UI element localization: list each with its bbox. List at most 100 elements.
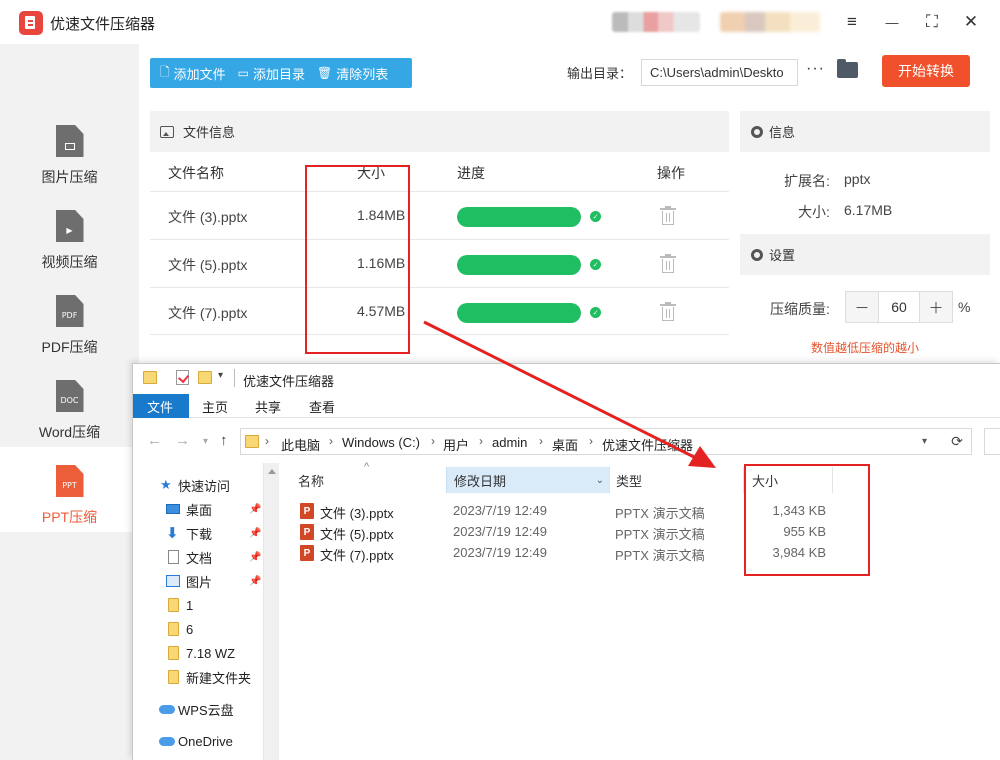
search-input[interactable]	[984, 428, 1000, 455]
breadcrumb-item[interactable]: admin	[492, 435, 527, 450]
annotation-box-app-sizes	[305, 165, 410, 354]
nav-item-quick-access[interactable]: ★ 快速访问	[133, 473, 263, 497]
breadcrumb-item[interactable]: 优速文件压缩器	[602, 435, 693, 454]
sort-ascending-icon: ^	[364, 461, 370, 473]
nav-item-onedrive[interactable]: OneDrive	[133, 729, 263, 753]
refresh-icon[interactable]: ⟳	[943, 428, 972, 455]
minimize-icon[interactable]: —	[880, 10, 904, 34]
quality-stepper[interactable]: － 60 ＋	[845, 291, 953, 323]
image-file-icon	[55, 125, 84, 157]
fullscreen-icon[interactable]: ⛶	[920, 10, 944, 34]
nav-item-folder-718wz[interactable]: 7.18 WZ	[133, 641, 263, 665]
sidebar-item-word[interactable]: DOC Word压缩	[0, 362, 139, 447]
explorer-column-type[interactable]: 类型	[609, 467, 743, 493]
menu-icon[interactable]: ≡	[840, 10, 864, 34]
total-size-value: 6.17MB	[844, 202, 893, 218]
info-panel-header: 信息	[740, 111, 990, 152]
add-directory-button[interactable]: ▭ 添加目录	[238, 64, 305, 83]
up-icon[interactable]: ↑	[220, 432, 228, 449]
forward-icon[interactable]: →	[175, 432, 190, 449]
quality-input[interactable]: 60	[878, 292, 920, 322]
nav-item-wps-cloud[interactable]: WPS云盘	[133, 697, 263, 721]
explorer-file-type: PPTX 演示文稿	[615, 506, 705, 521]
back-icon[interactable]: ←	[147, 432, 162, 449]
ribbon-tab-share[interactable]: 共享	[241, 394, 295, 418]
open-folder-icon[interactable]	[837, 59, 858, 78]
nav-item-label: 下载	[186, 526, 213, 542]
start-convert-button[interactable]: 开始转换	[882, 55, 970, 87]
breadcrumb-separator: ›	[265, 434, 269, 448]
address-bar[interactable]: › 此电脑 › Windows (C:) › 用户 › admin › 桌面 ›…	[240, 428, 967, 455]
breadcrumb-item[interactable]: 此电脑	[281, 435, 320, 454]
sidebar-item-label: 图片压缩	[41, 169, 98, 185]
file-name: 文件 (7).pptx	[168, 305, 248, 321]
clear-list-button[interactable]: 🗑 清除列表	[317, 64, 388, 83]
properties-icon[interactable]	[176, 370, 189, 385]
delete-icon[interactable]	[660, 206, 676, 225]
column-label: 类型	[616, 473, 643, 489]
delete-icon[interactable]	[660, 302, 676, 321]
nav-item-downloads[interactable]: ⬇ 下载 📌	[133, 521, 263, 545]
sidebar-item-pdf[interactable]: PDF PDF压缩	[0, 277, 139, 362]
ribbon-tab-view[interactable]: 查看	[295, 394, 349, 418]
nav-item-new-folder[interactable]: 新建文件夹	[133, 665, 263, 689]
settings-panel-title: 设置	[769, 248, 796, 263]
breadcrumb-item[interactable]: 用户	[443, 435, 469, 454]
pptx-file-icon: P	[300, 524, 314, 540]
breadcrumb-item[interactable]: 桌面	[552, 435, 578, 454]
explorer-file-name: 文件 (5).pptx	[320, 527, 394, 542]
folder-icon	[168, 670, 179, 684]
file-name: 文件 (5).pptx	[168, 257, 248, 273]
output-dir-label: 输出目录：	[567, 66, 633, 81]
sidebar-item-video[interactable]: ▶ 视频压缩	[0, 192, 139, 277]
more-options-button[interactable]: ···	[806, 60, 825, 78]
file-row[interactable]: 文件 (7).pptx 4.57MB ✓	[150, 287, 729, 335]
new-folder-icon[interactable]	[198, 371, 212, 384]
pin-icon: 📌	[249, 527, 262, 539]
ribbon-tab-home[interactable]: 主页	[188, 394, 242, 418]
annotation-box-explorer-sizes	[744, 464, 870, 576]
breadcrumb-item[interactable]: Windows (C:)	[342, 435, 420, 450]
explorer-column-date[interactable]: 修改日期 ⌄	[446, 467, 609, 493]
file-row[interactable]: 文件 (5).pptx 1.16MB ✓	[150, 239, 729, 287]
nav-item-pictures[interactable]: 图片 📌	[133, 569, 263, 593]
percent-sign: %	[958, 299, 971, 315]
folder-icon	[168, 646, 179, 660]
nav-pane-scrollbar[interactable]	[263, 463, 279, 760]
quick-access-dropdown-icon[interactable]: ▾	[218, 370, 223, 381]
sidebar-item-label: Word压缩	[38, 424, 101, 440]
total-size-label: 大小:	[798, 204, 830, 220]
gear-icon	[751, 248, 763, 261]
file-info-panel: 文件信息 文件名称 大小 进度 操作 文件 (3).pptx 1.84MB ✓ …	[150, 111, 729, 371]
nav-item-desktop[interactable]: 桌面 📌	[133, 497, 263, 521]
explorer-ribbon: 文件 主页 共享 查看	[133, 394, 1000, 418]
sidebar-item-ppt[interactable]: PPT PPT压缩	[0, 447, 139, 532]
increase-button[interactable]: ＋	[920, 292, 952, 322]
file-row[interactable]: 文件 (3).pptx 1.84MB ✓	[150, 191, 729, 239]
sidebar-item-image[interactable]: 图片压缩	[0, 107, 139, 192]
column-header-progress: 进度	[457, 165, 485, 181]
delete-icon[interactable]	[660, 254, 676, 273]
explorer-file-date: 2023/7/19 12:49	[453, 503, 547, 518]
check-icon: ✓	[590, 307, 601, 318]
explorer-navbar: ← → ▾ ↑ › 此电脑 › Windows (C:) › 用户 › admi…	[133, 418, 1000, 463]
explorer-file-name: 文件 (3).pptx	[320, 506, 394, 521]
nav-item-documents[interactable]: 文档 📌	[133, 545, 263, 569]
decrease-button[interactable]: －	[846, 292, 878, 322]
nav-item-label: 7.18 WZ	[186, 645, 236, 661]
nav-item-folder-1[interactable]: 1	[133, 593, 263, 617]
app-titlebar: 优速文件压缩器 ≡ — ⛶ ✕	[0, 0, 1000, 44]
column-dropdown-icon[interactable]: ⌄	[596, 475, 604, 486]
add-file-button[interactable]: 🗋 添加文件	[160, 63, 226, 84]
extension-value: pptx	[844, 171, 871, 187]
recent-dropdown-icon[interactable]: ▾	[203, 436, 208, 447]
close-icon[interactable]: ✕	[959, 10, 983, 34]
explorer-column-name[interactable]: 名称 ^	[298, 461, 446, 493]
breadcrumb-separator: ›	[329, 434, 333, 448]
column-header-name: 文件名称	[168, 165, 224, 181]
nav-item-folder-6[interactable]: 6	[133, 617, 263, 641]
pptx-file-icon: P	[300, 545, 314, 561]
address-dropdown-icon[interactable]: ▾	[922, 436, 927, 447]
ribbon-tab-file[interactable]: 文件	[133, 394, 189, 418]
output-dir-input[interactable]: C:\Users\admin\Deskto	[641, 59, 798, 86]
